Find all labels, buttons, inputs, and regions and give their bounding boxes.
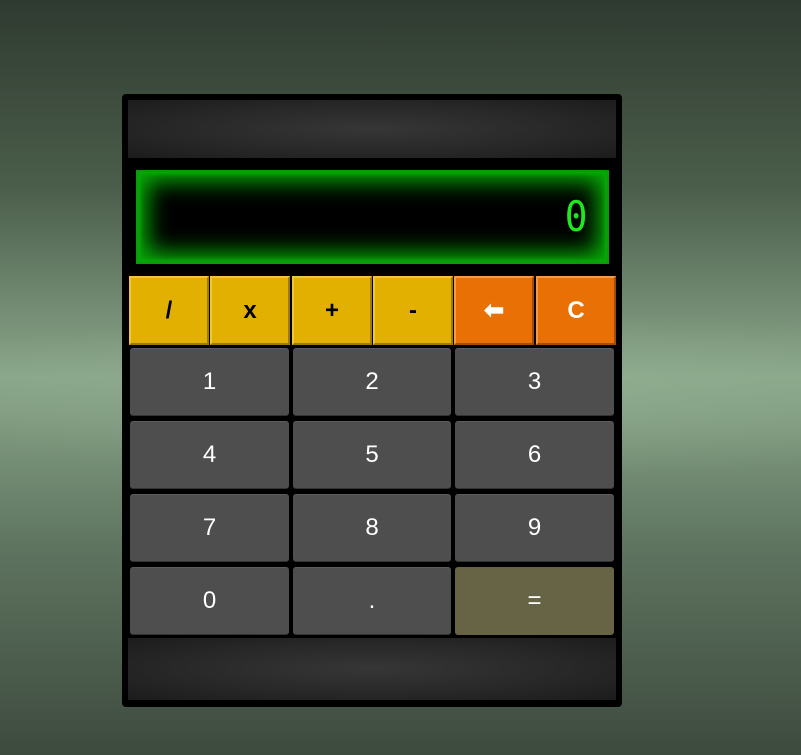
bottom-bezel — [128, 638, 616, 700]
digit-9-button[interactable]: 9 — [455, 494, 614, 562]
clear-button[interactable]: C — [536, 276, 616, 345]
multiply-button[interactable]: x — [210, 276, 290, 345]
digit-4-button[interactable]: 4 — [130, 421, 289, 489]
digit-8-button[interactable]: 8 — [293, 494, 451, 562]
digit-3-button[interactable]: 3 — [455, 348, 614, 416]
digit-0-button[interactable]: 0 — [130, 567, 289, 635]
top-bezel — [128, 100, 616, 158]
digit-1-button[interactable]: 1 — [130, 348, 289, 416]
digit-7-button[interactable]: 7 — [130, 494, 289, 562]
subtract-button[interactable]: - — [373, 276, 453, 345]
backspace-button[interactable]: ⬅ — [454, 276, 534, 345]
digit-6-button[interactable]: 6 — [455, 421, 614, 489]
digit-5-button[interactable]: 5 — [293, 421, 451, 489]
equals-button[interactable]: = — [455, 567, 614, 635]
display-screen: 0 — [136, 170, 609, 264]
divide-button[interactable]: / — [129, 276, 209, 345]
digit-2-button[interactable]: 2 — [293, 348, 451, 416]
decimal-button[interactable]: . — [293, 567, 451, 635]
calculator: 0 / x + - ⬅ C 1 2 3 4 5 6 7 8 9 0 . = — [122, 94, 622, 707]
display-value: 0 — [564, 192, 589, 241]
add-button[interactable]: + — [292, 276, 372, 345]
